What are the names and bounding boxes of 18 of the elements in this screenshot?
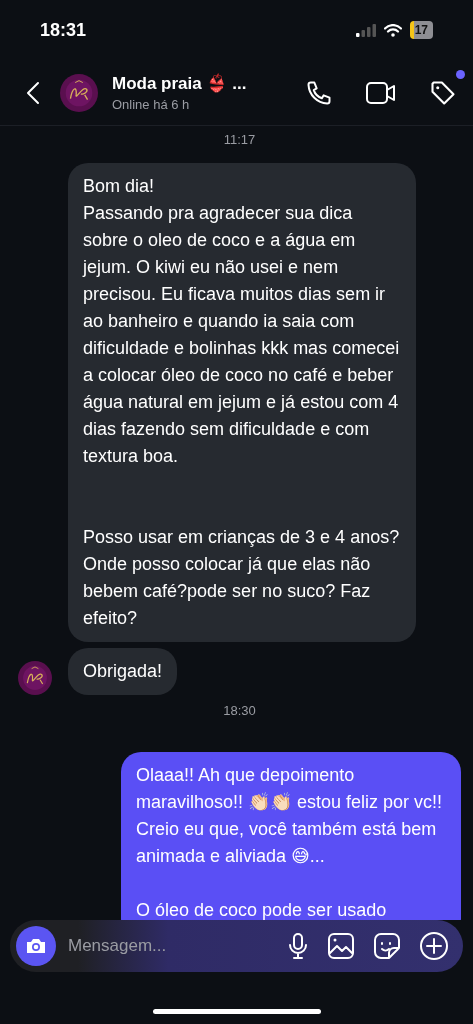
signal-icon: [355, 23, 376, 37]
tag-icon[interactable]: [429, 78, 457, 107]
wifi-icon: [383, 23, 402, 37]
camera-button[interactable]: [16, 926, 56, 966]
message-bubble: Olaaa!! Ah que depoimento maravilhoso!! 👏🏻👏🏻 estou feliz por vc!! Creio eu que, você também está bem animada e aliviada 😅... O óleo de coco pode ser usado: [121, 752, 461, 920]
status-time: 18:31: [40, 19, 87, 41]
chat-title[interactable]: Moda praia 👙 ...: [112, 73, 273, 94]
avatar: [60, 73, 98, 112]
battery-indicator: 17: [409, 21, 433, 39]
avatar: [18, 661, 52, 695]
message-bubble: Obrigada!: [68, 648, 178, 695]
message-timestamp: 18:30: [223, 703, 256, 718]
message-input[interactable]: Mensagem...: [66, 935, 273, 957]
back-button[interactable]: [26, 80, 40, 105]
online-status: Online há 6 h: [112, 97, 191, 112]
message-timestamp: 11:17: [223, 132, 256, 147]
message-bubble: Bom dia! Passando pra agradecer sua dica sobre o oleo de coco e a água em jejum. O kiwi eu não usei e nem precisou. Eu ficava muitos dias sem ir ao banheiro e quando ia saia com dificuldade e bolinhas kkk mas comecei a colocar óleo de coco no café e beber água natural em jejum e já estou com 4 dias fazendo sem dificuldade e com textura boa. Posso usar em crianças de 3 e 4 anos? Onde posso colocar já que elas não bebem café?pode ser no suco? Faz efeito?: [68, 163, 416, 642]
camera-icon: [25, 937, 47, 955]
